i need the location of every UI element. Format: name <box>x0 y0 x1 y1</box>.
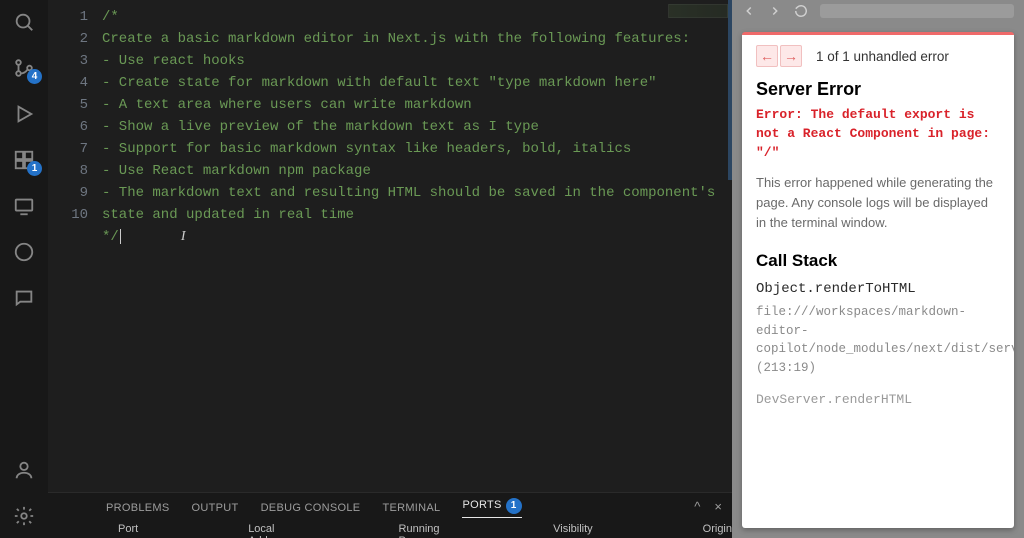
panel-close-icon[interactable]: × <box>714 499 722 514</box>
callstack-heading: Call Stack <box>756 251 1000 271</box>
remote-explorer-icon[interactable] <box>8 192 40 220</box>
main-area: 12345678910 /*Create a basic markdown ed… <box>48 0 732 538</box>
error-prev-button[interactable]: ← <box>756 45 778 67</box>
extensions-badge: 1 <box>27 161 42 176</box>
error-counter: 1 of 1 unhandled error <box>816 49 949 64</box>
browser-back-icon[interactable] <box>742 4 756 18</box>
copilot-chat-icon[interactable] <box>8 284 40 312</box>
col-origin: Origin <box>703 523 732 538</box>
tab-output[interactable]: OUTPUT <box>192 502 239 514</box>
stack-frame-loc: file:///workspaces/markdown-editor-copil… <box>756 303 1000 378</box>
col-running-process: Running Process <box>399 523 444 538</box>
col-port: Port <box>118 523 138 538</box>
error-overlay: ← → 1 of 1 unhandled error Server Error … <box>742 32 1014 528</box>
extensions-icon[interactable]: 1 <box>8 146 40 174</box>
minimap[interactable] <box>668 4 728 18</box>
panel-tabs: PROBLEMS OUTPUT DEBUG CONSOLE TERMINAL P… <box>48 493 732 523</box>
line-number-gutter: 12345678910 <box>48 0 98 492</box>
browser-forward-icon[interactable] <box>768 4 782 18</box>
stack-frame-fn: Object.renderToHTML <box>756 281 1000 297</box>
browser-reload-icon[interactable] <box>794 4 808 18</box>
github-icon[interactable] <box>8 238 40 266</box>
url-bar[interactable] <box>820 4 1014 18</box>
error-description: This error happened while generating the… <box>756 173 1000 233</box>
settings-gear-icon[interactable] <box>8 502 40 530</box>
ports-badge: 1 <box>506 498 522 514</box>
accounts-icon[interactable] <box>8 456 40 484</box>
browser-toolbar <box>732 0 1024 22</box>
error-message: Error: The default export is not a React… <box>756 106 1000 163</box>
code-editor[interactable]: 12345678910 /*Create a basic markdown ed… <box>48 0 732 492</box>
ports-table-header: Port Local Address Running Process Visib… <box>48 523 732 538</box>
col-local-address: Local Address <box>248 523 288 538</box>
tab-debug-console[interactable]: DEBUG CONSOLE <box>261 502 361 514</box>
bottom-panel: PROBLEMS OUTPUT DEBUG CONSOLE TERMINAL P… <box>48 492 732 538</box>
col-visibility: Visibility <box>553 523 593 538</box>
text-cursor-icon: I <box>181 229 186 244</box>
browser-preview: ← → 1 of 1 unhandled error Server Error … <box>732 0 1024 538</box>
source-control-badge: 4 <box>27 69 42 84</box>
error-next-button[interactable]: → <box>780 45 802 67</box>
stack-frame-fn: DevServer.renderHTML <box>756 392 1000 407</box>
error-heading: Server Error <box>756 79 1000 100</box>
tab-terminal[interactable]: TERMINAL <box>382 502 440 514</box>
tab-problems[interactable]: PROBLEMS <box>106 502 170 514</box>
source-control-icon[interactable]: 4 <box>8 54 40 82</box>
run-debug-icon[interactable] <box>8 100 40 128</box>
panel-maximize-icon[interactable]: ^ <box>694 499 700 514</box>
activity-bar: 4 1 <box>0 0 48 538</box>
search-icon[interactable] <box>8 8 40 36</box>
code-content[interactable]: /*Create a basic markdown editor in Next… <box>98 0 732 492</box>
tab-ports[interactable]: PORTS1 <box>462 498 521 518</box>
overview-ruler <box>728 0 732 180</box>
